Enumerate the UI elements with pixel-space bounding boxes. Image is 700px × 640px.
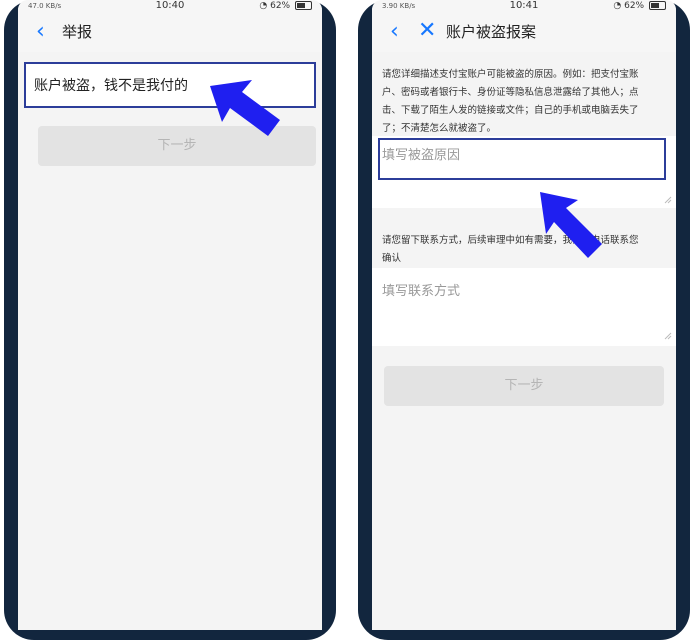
chevron-left-icon[interactable]: ‹ [36, 21, 45, 43]
page-title: 举报 [62, 23, 93, 41]
reason-highlight-box [378, 138, 666, 180]
wifi-icon: ◔ [613, 1, 622, 11]
resize-grip-icon [664, 332, 672, 340]
chevron-left-icon[interactable]: ‹ [390, 21, 399, 43]
contact-placeholder: 填写联系方式 [382, 284, 461, 299]
hint-line: 请您详细描述支付宝账户可能被盗的原因。例如：把支付宝账 [382, 69, 639, 80]
pointer-arrow-icon [210, 80, 280, 136]
nav-bar: ‹ 举报 [18, 12, 322, 52]
close-icon[interactable]: ✕ [418, 20, 436, 42]
status-bar: 47.0 KB/s 10:40 ◔ 62% [18, 0, 322, 12]
contact-textarea[interactable]: 填写联系方式 [372, 268, 676, 346]
hint-line: 击、下载了陌生人发的链接或文件；自己的手机或电脑丢失了 [382, 105, 639, 116]
resize-grip-icon [664, 196, 672, 204]
battery-text: 62% [624, 1, 645, 11]
status-right: ◔ 62% [259, 0, 312, 12]
status-right: ◔ 62% [613, 0, 666, 12]
reason-hint: 请您详细描述支付宝账户可能被盗的原因。例如：把支付宝账 户、密码或者银行卡、身份… [382, 66, 639, 138]
battery-text: 62% [270, 1, 291, 11]
nav-bar: ‹ ✕ 账户被盗报案 [372, 12, 676, 52]
right-phone-frame: 3.90 KB/s 10:41 ◔ 62% ‹ ✕ 账户被盗报案 请您详细描述支… [358, 0, 690, 640]
right-screen: 3.90 KB/s 10:41 ◔ 62% ‹ ✕ 账户被盗报案 请您详细描述支… [372, 0, 676, 630]
status-bar: 3.90 KB/s 10:41 ◔ 62% [372, 0, 676, 12]
battery-icon [295, 1, 312, 10]
left-phone-frame: 47.0 KB/s 10:40 ◔ 62% ‹ 举报 账户被盗，钱不是我付的 下… [4, 0, 336, 640]
pointer-arrow-icon [540, 192, 602, 258]
next-button[interactable]: 下一步 [384, 366, 664, 406]
hint-line: 户、密码或者银行卡、身份证等隐私信息泄露给了其他人；点 [382, 87, 639, 98]
wifi-icon: ◔ [259, 1, 268, 11]
page-title: 账户被盗报案 [446, 23, 537, 41]
battery-icon [649, 1, 666, 10]
